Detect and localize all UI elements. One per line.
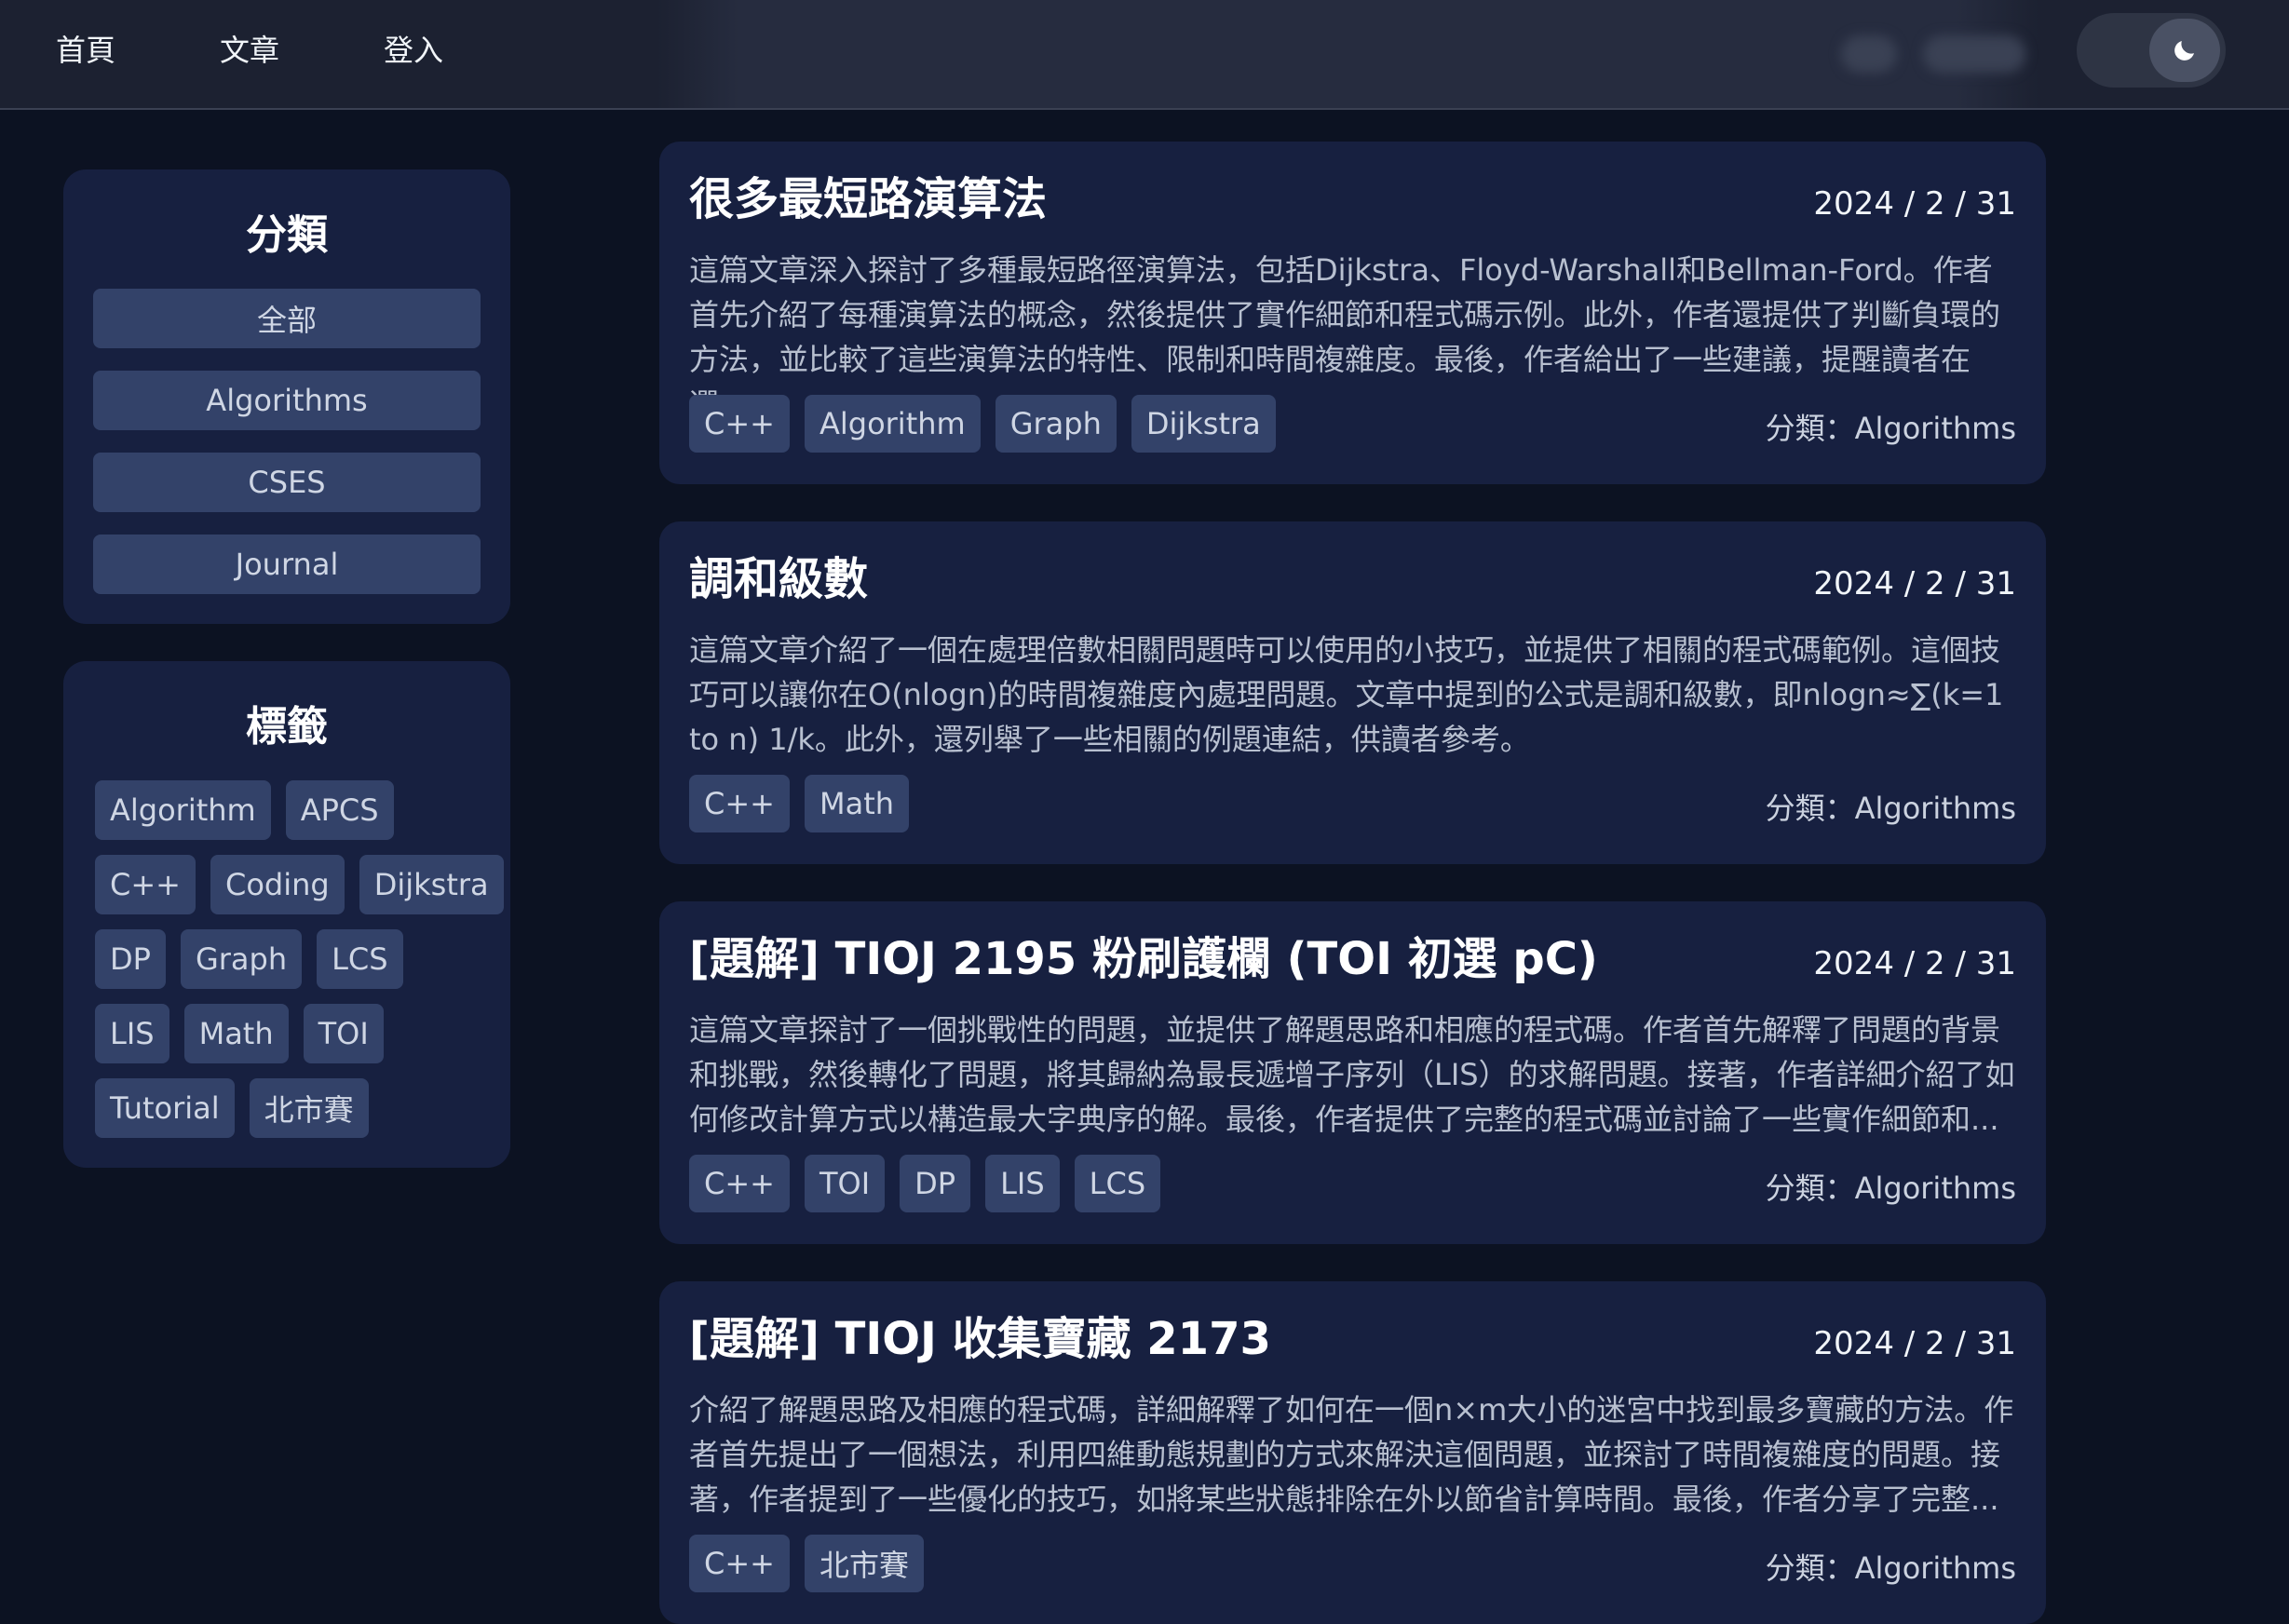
post-tags: C++ Math (689, 775, 910, 832)
tag-row: LIS Math TOI (95, 1004, 384, 1063)
category-algorithms-button[interactable]: Algorithms (93, 371, 481, 430)
theme-toggle[interactable] (2077, 13, 2226, 88)
categories-title: 分類 (246, 211, 328, 259)
post-title[interactable]: 調和級數 (689, 551, 868, 607)
post-tags: C++ Algorithm Graph Dijkstra (689, 395, 1276, 453)
tag-algorithm[interactable]: Algorithm (95, 780, 271, 840)
post-tag[interactable]: C++ (689, 775, 790, 832)
post-tag[interactable]: Math (804, 775, 910, 832)
tag-row: C++ Coding Dijkstra (95, 855, 504, 914)
tag-cpp[interactable]: C++ (95, 855, 196, 914)
tag-taipei-contest[interactable]: 北市賽 (249, 1078, 369, 1138)
post-title[interactable]: [題解] TIOJ 收集寶藏 2173 (689, 1311, 1271, 1367)
tag-dp[interactable]: DP (95, 929, 166, 989)
tag-math[interactable]: Math (183, 1004, 289, 1063)
post-title[interactable]: 很多最短路演算法 (689, 171, 1047, 227)
nav-home-link[interactable]: 首頁 (56, 30, 115, 71)
post-tag[interactable]: Dijkstra (1131, 395, 1276, 453)
tag-row: Algorithm APCS (95, 780, 394, 840)
theme-toggle-knob[interactable] (2149, 19, 2220, 82)
post-tag[interactable]: C++ (689, 1155, 790, 1212)
post-tag[interactable]: Algorithm (804, 395, 981, 453)
post-tag[interactable]: 北市賽 (804, 1535, 924, 1592)
nav-login-link[interactable]: 登入 (384, 30, 443, 71)
top-navbar: 首頁 文章 登入 (0, 0, 2289, 110)
post-tag[interactable]: Graph (995, 395, 1117, 453)
post-tag[interactable]: C++ (689, 395, 790, 453)
post-card[interactable]: 很多最短路演算法 2024 / 2 / 31 這篇文章深入探討了多種最短路徑演算… (659, 142, 2046, 484)
categories-panel: 分類 全部 Algorithms CSES Journal (63, 169, 510, 624)
tag-graph[interactable]: Graph (180, 929, 303, 989)
tag-toi[interactable]: TOI (303, 1004, 384, 1063)
post-category: 分類：Algorithms (1765, 1171, 2016, 1206)
tag-lcs[interactable]: LCS (317, 929, 403, 989)
post-category: 分類：Algorithms (1765, 1550, 2016, 1586)
post-tag[interactable]: C++ (689, 1535, 790, 1592)
blurred-nav-region (657, 0, 2039, 108)
category-cses-button[interactable]: CSES (93, 453, 481, 512)
moon-icon (2174, 41, 2194, 61)
post-date: 2024 / 2 / 31 (1813, 185, 2016, 223)
tag-lis[interactable]: LIS (95, 1004, 169, 1063)
post-title[interactable]: [題解] TIOJ 2195 粉刷護欄 (TOI 初選 pC) (689, 931, 1598, 987)
tag-tutorial[interactable]: Tutorial (95, 1078, 235, 1138)
post-category: 分類：Algorithms (1765, 791, 2016, 826)
tag-coding[interactable]: Coding (210, 855, 345, 914)
post-card[interactable]: [題解] TIOJ 收集寶藏 2173 2024 / 2 / 31 介紹了解題思… (659, 1281, 2046, 1624)
nav-articles-link[interactable]: 文章 (220, 30, 279, 71)
category-all-button[interactable]: 全部 (93, 289, 481, 348)
tag-apcs[interactable]: APCS (285, 780, 394, 840)
post-tags: C++ TOI DP LIS LCS (689, 1155, 1161, 1212)
post-date: 2024 / 2 / 31 (1813, 945, 2016, 982)
post-category: 分類：Algorithms (1765, 411, 2016, 446)
post-tag[interactable]: LCS (1074, 1155, 1161, 1212)
post-card[interactable]: 調和級數 2024 / 2 / 31 這篇文章介紹了一個在處理倍數相關問題時可以… (659, 521, 2046, 864)
tags-title: 標籤 (246, 703, 328, 751)
post-tag[interactable]: DP (900, 1155, 971, 1212)
post-tags: C++ 北市賽 (689, 1535, 924, 1592)
tag-row: DP Graph LCS (95, 929, 403, 989)
tag-row: Tutorial 北市賽 (95, 1078, 369, 1138)
post-description: 介紹了解題思路及相應的程式碼，詳細解釋了如何在一個n×m大小的迷宮中找到最多寶藏… (689, 1392, 2014, 1517)
post-date: 2024 / 2 / 31 (1813, 1325, 2016, 1362)
post-tag[interactable]: TOI (804, 1155, 886, 1212)
post-tag[interactable]: LIS (985, 1155, 1060, 1212)
post-card[interactable]: [題解] TIOJ 2195 粉刷護欄 (TOI 初選 pC) 2024 / 2… (659, 901, 2046, 1244)
post-description: 這篇文章介紹了一個在處理倍數相關問題時可以使用的小技巧，並提供了相關的程式碼範例… (689, 632, 2004, 757)
category-journal-button[interactable]: Journal (93, 535, 481, 594)
tag-dijkstra[interactable]: Dijkstra (359, 855, 504, 914)
post-date: 2024 / 2 / 31 (1813, 565, 2016, 602)
post-description: 這篇文章探討了一個挑戰性的問題，並提供了解題思路和相應的程式碼。作者首先解釋了問… (689, 1012, 2015, 1137)
tags-panel: 標籤 Algorithm APCS C++ Coding Dijkstra DP… (63, 661, 510, 1168)
